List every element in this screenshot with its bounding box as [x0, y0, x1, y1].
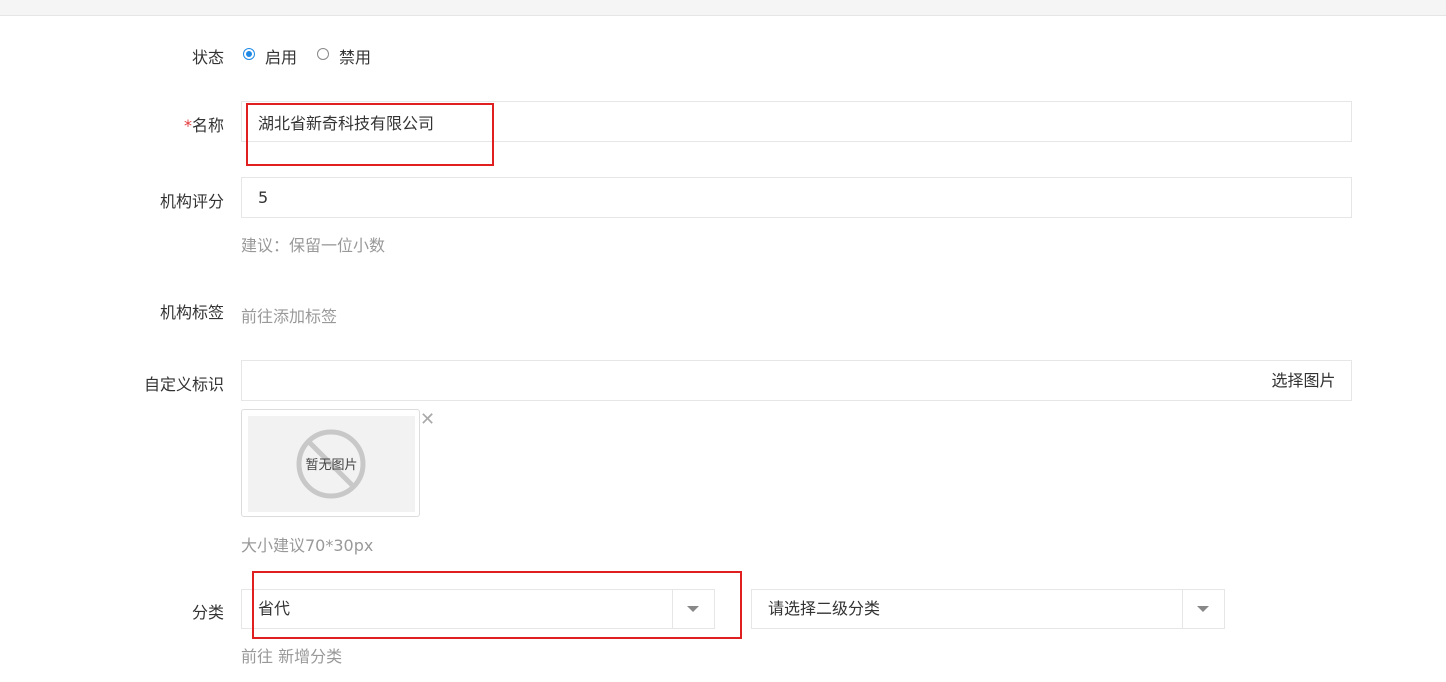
secondary-category-select[interactable]: 请选择二级分类	[751, 589, 1225, 629]
status-disabled-label[interactable]: 禁用	[339, 44, 371, 68]
add-category-link[interactable]: 前往 新增分类	[241, 643, 342, 667]
rating-help-text: 建议：保留一位小数	[241, 236, 386, 255]
primary-category-dropdown[interactable]	[672, 590, 714, 628]
add-tags-link[interactable]: 前往添加标签	[241, 303, 337, 327]
choose-image-button[interactable]: 选择图片	[1256, 360, 1352, 401]
top-bar	[0, 0, 1446, 16]
required-mark: *	[183, 116, 192, 135]
secondary-category-placeholder: 请选择二级分类	[768, 599, 881, 618]
custom-logo-input[interactable]	[241, 360, 1257, 401]
caret-down-icon	[1197, 606, 1209, 612]
no-image-text: 暂无图片	[305, 458, 358, 473]
name-label-text: 名称	[191, 116, 224, 135]
logo-preview: 暂无图片	[241, 409, 420, 517]
remove-image-icon[interactable]: ✕	[420, 410, 435, 430]
rating-label: 机构评分	[159, 192, 224, 211]
status-disabled-radio[interactable]	[317, 48, 329, 60]
primary-category-value: 省代	[258, 599, 291, 618]
status-enabled-label[interactable]: 启用	[265, 44, 297, 68]
logo-size-help-text: 大小建议70*30px	[241, 536, 374, 555]
category-label: 分类	[191, 603, 224, 622]
caret-down-icon	[687, 606, 699, 612]
status-label: 状态	[191, 48, 224, 67]
secondary-category-dropdown[interactable]	[1182, 590, 1224, 628]
name-label: *名称	[184, 112, 224, 136]
logo-placeholder: 暂无图片	[248, 416, 415, 512]
name-input[interactable]	[241, 101, 1352, 142]
status-enabled-radio[interactable]	[243, 48, 255, 60]
primary-category-select[interactable]: 省代	[241, 589, 715, 629]
tags-label: 机构标签	[159, 303, 224, 322]
rating-input[interactable]	[241, 177, 1352, 218]
custom-logo-label: 自定义标识	[143, 375, 224, 394]
